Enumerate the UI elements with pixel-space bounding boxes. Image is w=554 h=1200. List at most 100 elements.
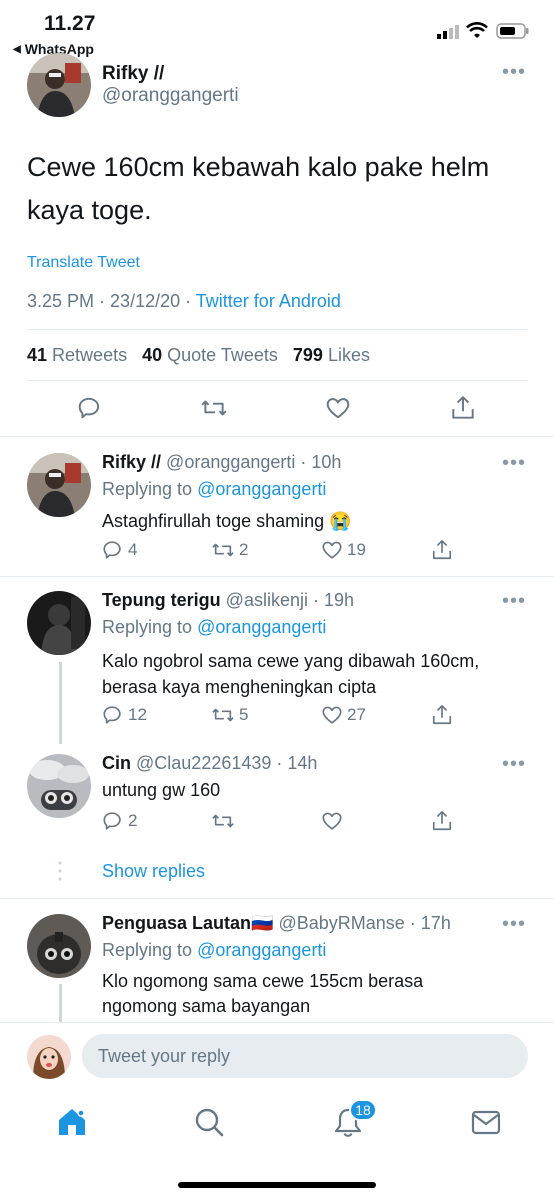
reply-2-retweet-count: 5 <box>239 705 249 724</box>
reply-1-replying-to-handle[interactable]: @oranggangerti <box>197 479 326 499</box>
main-tweet-stats: 41 Retweets 40 Quote Tweets 799 Likes <box>27 345 370 366</box>
reply-3-more-icon[interactable]: ••• <box>502 754 526 774</box>
reply-4-replying-to: Replying to @oranggangerti <box>102 940 327 960</box>
notification-badge-count: 18 <box>355 1102 371 1118</box>
main-retweet-button[interactable] <box>200 395 228 421</box>
reply-4-name[interactable]: Penguasa Lautan🇷🇺 <box>102 913 273 933</box>
quote-stat[interactable]: 40 Quote Tweets <box>142 345 278 365</box>
like-stat[interactable]: 799 Likes <box>293 345 370 365</box>
main-like-button[interactable] <box>325 395 351 421</box>
reply-4-avatar[interactable] <box>27 914 91 978</box>
search-icon <box>195 1108 224 1137</box>
reply-icon <box>103 541 121 559</box>
reply-4-header: Penguasa Lautan🇷🇺 @BabyRManse · 17h <box>102 913 451 933</box>
battery-icon <box>496 22 530 40</box>
main-reply-button[interactable] <box>77 395 103 421</box>
reply-3-name[interactable]: Cin <box>102 753 131 773</box>
reply-3-reply-button[interactable]: 2 <box>102 810 137 832</box>
like-count: 799 <box>292 345 323 365</box>
status-bar: 11.27 ◀ WhatsApp <box>0 0 554 64</box>
share-icon <box>432 705 452 725</box>
quote-stat-label: Quote Tweets <box>167 345 278 365</box>
main-tweet-name[interactable]: Rifky // <box>102 63 164 85</box>
reply-2-like-button[interactable]: 27 <box>321 704 366 726</box>
share-icon <box>432 540 452 560</box>
divider <box>0 576 554 577</box>
reply-4-text: Klo ngomong sama cewe 155cm berasa ngomo… <box>102 971 424 1016</box>
reply-1-more-icon[interactable]: ••• <box>502 453 526 473</box>
reply-2-more-icon[interactable]: ••• <box>502 591 526 611</box>
reply-3-like-button[interactable] <box>321 810 343 832</box>
reply-4-handle[interactable]: @BabyRManse <box>278 913 404 933</box>
reply-2-reply-button[interactable]: 12 <box>102 704 147 726</box>
heart-icon <box>326 398 350 419</box>
share-icon <box>432 811 452 831</box>
quote-count: 40 <box>142 345 163 365</box>
tab-search[interactable] <box>193 1106 225 1138</box>
reply-input[interactable]: Tweet your reply <box>82 1034 528 1078</box>
reply-2-replying-to-handle[interactable]: @oranggangerti <box>197 617 326 637</box>
reply-3-reply-count: 2 <box>128 811 138 830</box>
home-indicator <box>178 1182 376 1188</box>
divider <box>27 329 527 330</box>
reply-4-time: 17h <box>420 913 451 933</box>
show-replies-link[interactable]: Show replies <box>102 861 205 882</box>
back-arrow-icon: ◀ <box>13 43 21 55</box>
reply-3-share-button[interactable] <box>431 809 453 833</box>
reply-3-header: Cin @Clau22261439 · 14h <box>102 753 318 773</box>
reply-1-share-button[interactable] <box>431 538 453 562</box>
main-share-button[interactable] <box>450 394 476 422</box>
reply-2-avatar[interactable] <box>27 591 91 655</box>
reply-1-retweet-count: 2 <box>239 540 249 559</box>
divider <box>27 380 527 381</box>
main-tweet-avatar[interactable] <box>27 53 91 117</box>
main-tweet-handle[interactable]: @oranggangerti <box>102 85 239 107</box>
tab-home[interactable] <box>55 1104 89 1138</box>
main-tweet-meta: 3.25 PM · 23/12/20 · Twitter for Android <box>27 291 341 311</box>
reply-1-reply-count: 4 <box>128 540 138 559</box>
reply-2-header: Tepung terigu @aslikenji · 19h <box>102 590 355 610</box>
reply-3-handle[interactable]: @Clau22261439 <box>136 753 271 773</box>
main-tweet-time: 3.25 PM <box>27 291 95 311</box>
reply-1-name[interactable]: Rifky // <box>102 452 161 472</box>
main-tweet-source[interactable]: Twitter for Android <box>196 291 341 311</box>
reply-1-time: 10h <box>311 452 342 472</box>
main-tweet-more-icon[interactable]: ••• <box>502 62 526 82</box>
reply-3-avatar[interactable] <box>27 754 91 818</box>
reply-2-handle[interactable]: @aslikenji <box>226 590 308 610</box>
reply-4-more-icon[interactable]: ••• <box>502 914 526 934</box>
main-tweet-text: Cewe 160cm kebawah kalo pake helm kaya t… <box>27 152 490 225</box>
reply-3-retweet-button[interactable] <box>211 810 235 832</box>
retweet-stat[interactable]: 41 Retweets <box>27 345 127 365</box>
like-stat-label: Likes <box>327 345 370 365</box>
reply-1-like-button[interactable]: 19 <box>321 539 366 561</box>
retweet-count: 41 <box>27 345 48 365</box>
retweet-icon <box>212 543 234 557</box>
reply-3-text: untung gw 160 <box>102 780 221 800</box>
retweet-icon <box>201 400 227 416</box>
share-icon <box>452 396 474 419</box>
reply-1-text: Astaghfirullah toge shaming 😭 <box>102 511 352 531</box>
reply-2-text: Kalo ngobrol sama cewe yang dibawah 160c… <box>102 651 480 697</box>
reply-2-reply-count: 12 <box>128 705 147 724</box>
divider <box>0 898 554 899</box>
reply-2-replying-to: Replying to @oranggangerti <box>102 617 327 637</box>
tab-messages[interactable] <box>470 1107 502 1137</box>
translate-tweet-link[interactable]: Translate Tweet <box>27 254 140 272</box>
reply-1-avatar[interactable] <box>27 453 91 517</box>
reply-1-replying-to: Replying to @oranggangerti <box>102 479 327 499</box>
reply-2-name[interactable]: Tepung terigu <box>102 590 221 610</box>
heart-icon <box>322 541 342 559</box>
reply-icon <box>78 397 100 419</box>
heart-icon <box>322 706 342 724</box>
reply-2-share-button[interactable] <box>431 703 453 727</box>
reply-4-replying-to-handle[interactable]: @oranggangerti <box>197 940 326 960</box>
reply-1-handle[interactable]: @oranggangerti <box>166 452 295 472</box>
reply-1-like-count: 19 <box>347 540 366 559</box>
reply-1-retweet-button[interactable]: 2 <box>211 539 248 561</box>
my-avatar[interactable] <box>27 1035 71 1079</box>
reply-2-retweet-button[interactable]: 5 <box>211 704 248 726</box>
reply-1-reply-button[interactable]: 4 <box>102 539 137 561</box>
cellular-signal-icon <box>437 24 461 40</box>
status-time: 11.27 <box>44 12 96 35</box>
